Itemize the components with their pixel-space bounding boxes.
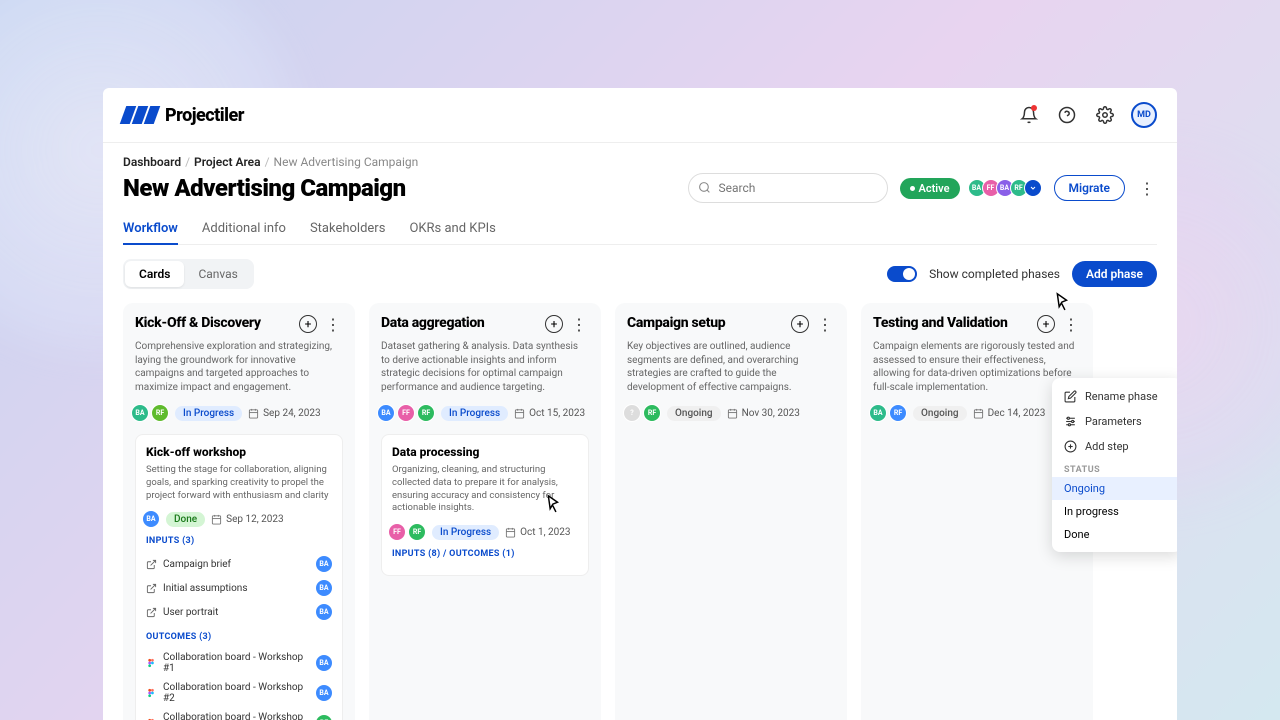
card-desc: Organizing, cleaning, and structuring co… xyxy=(392,464,578,515)
settings-icon[interactable] xyxy=(1093,103,1117,127)
page-menu-icon[interactable]: ⋮ xyxy=(1137,179,1157,198)
phase-column: Data aggregation + ⋮ Dataset gathering &… xyxy=(369,303,601,720)
add-phase-button[interactable]: Add phase xyxy=(1072,261,1157,287)
menu-rename[interactable]: Rename phase xyxy=(1052,384,1177,409)
help-icon[interactable] xyxy=(1055,103,1079,127)
phase-menu-icon[interactable]: ⋮ xyxy=(1061,315,1081,334)
topbar: Projectiler MD xyxy=(103,88,1177,143)
phase-status: Ongoing xyxy=(667,406,721,421)
phase-status: In Progress xyxy=(175,406,242,421)
phase-date: Nov 30, 2023 xyxy=(727,408,800,419)
phase-date: Oct 15, 2023 xyxy=(514,408,585,419)
add-icon[interactable]: + xyxy=(1037,315,1055,333)
toggle-label: Show completed phases xyxy=(929,267,1060,281)
phase-title: Campaign setup xyxy=(627,315,785,331)
crumb-current: New Advertising Campaign xyxy=(274,155,419,169)
phase-column: Campaign setup + ⋮ Key objectives are ou… xyxy=(615,303,847,720)
phase-title: Data aggregation xyxy=(381,315,539,331)
io-summary[interactable]: INPUTS (8) / OUTCOMES (1) xyxy=(392,549,578,559)
notifications-icon[interactable] xyxy=(1017,103,1041,127)
card-status: In Progress xyxy=(432,525,499,540)
user-avatar[interactable]: MD xyxy=(1131,102,1157,128)
add-icon[interactable]: + xyxy=(545,315,563,333)
crumb-area[interactable]: Project Area xyxy=(194,155,261,169)
add-icon[interactable]: + xyxy=(791,315,809,333)
view-canvas[interactable]: Canvas xyxy=(184,261,251,287)
logo[interactable]: Projectiler xyxy=(123,105,244,126)
input-row[interactable]: User portraitBA xyxy=(146,600,332,624)
outcome-row[interactable]: Collaboration board - Workshop #2BA xyxy=(146,678,332,708)
tabs: Workflow Additional info Stakeholders OKRs … xyxy=(123,213,1157,245)
phase-column: Kick-Off & Discovery + ⋮ Comprehensive e… xyxy=(123,303,355,720)
view-toggle: CardsCanvas xyxy=(123,259,254,289)
migrate-button[interactable]: Migrate xyxy=(1054,175,1126,201)
crumb-dashboard[interactable]: Dashboard xyxy=(123,155,181,169)
input-row[interactable]: Initial assumptionsBA xyxy=(146,576,332,600)
tab-workflow[interactable]: Workflow xyxy=(123,213,178,244)
status-pill[interactable]: Active xyxy=(900,178,960,199)
brand-name: Projectiler xyxy=(165,105,244,126)
workflow-board: Kick-Off & Discovery + ⋮ Comprehensive e… xyxy=(123,303,1157,720)
phase-card[interactable]: Data processing Organizing, cleaning, an… xyxy=(381,434,589,576)
phase-desc: Key objectives are outlined, audience se… xyxy=(627,340,835,394)
outcomes-label: OUTCOMES (3) xyxy=(146,632,332,642)
phase-desc: Dataset gathering & analysis. Data synth… xyxy=(381,340,589,394)
add-icon[interactable]: + xyxy=(299,315,317,333)
status-option[interactable]: Done xyxy=(1052,523,1177,546)
view-cards[interactable]: Cards xyxy=(125,261,184,287)
phase-status: Ongoing xyxy=(913,406,967,421)
phase-card[interactable]: Kick-off workshop Setting the stage for … xyxy=(135,434,343,720)
phase-menu-icon[interactable]: ⋮ xyxy=(569,315,589,334)
menu-add-step[interactable]: Add step xyxy=(1052,434,1177,459)
card-title: Kick-off workshop xyxy=(146,445,332,459)
outcome-row[interactable]: Collaboration board - Workshop #3RF xyxy=(146,708,332,720)
input-row[interactable]: Campaign briefBA xyxy=(146,552,332,576)
phase-desc: Comprehensive exploration and strategizi… xyxy=(135,340,343,394)
phase-menu-icon[interactable]: ⋮ xyxy=(815,315,835,334)
card-date: Sep 12, 2023 xyxy=(211,514,284,525)
status-option[interactable]: Ongoing xyxy=(1052,477,1177,500)
search-icon xyxy=(698,181,711,194)
menu-parameters[interactable]: Parameters xyxy=(1052,409,1177,434)
phase-title: Kick-Off & Discovery xyxy=(135,315,293,331)
collaborators[interactable]: BAFFBARF xyxy=(972,179,1042,197)
inputs-label: INPUTS (3) xyxy=(146,536,332,546)
breadcrumb: Dashboard/Project Area/New Advertising C… xyxy=(123,155,1157,169)
phase-context-menu: Rename phase Parameters Add step STATUS … xyxy=(1052,378,1177,552)
card-status: Done xyxy=(166,512,205,527)
search-input[interactable] xyxy=(688,173,888,203)
phase-status: In Progress xyxy=(441,406,508,421)
menu-status-label: STATUS xyxy=(1052,459,1177,477)
card-desc: Setting the stage for collaboration, ali… xyxy=(146,464,332,502)
outcome-row[interactable]: Collaboration board - Workshop #1BA xyxy=(146,648,332,678)
page-title: New Advertising Campaign xyxy=(123,174,676,202)
status-option[interactable]: In progress xyxy=(1052,500,1177,523)
tab-okrs-and-kpis[interactable]: OKRs and KPIs xyxy=(409,213,495,244)
card-date: Oct 1, 2023 xyxy=(505,527,570,538)
show-completed-toggle[interactable] xyxy=(887,266,917,282)
phase-menu-icon[interactable]: ⋮ xyxy=(323,315,343,334)
phase-desc: Campaign elements are rigorously tested … xyxy=(873,340,1081,394)
phase-date: Dec 14, 2023 xyxy=(973,408,1046,419)
card-title: Data processing xyxy=(392,445,578,459)
phase-date: Sep 24, 2023 xyxy=(248,408,321,419)
phase-title: Testing and Validation xyxy=(873,315,1031,331)
tab-stakeholders[interactable]: Stakeholders xyxy=(310,213,385,244)
tab-additional-info[interactable]: Additional info xyxy=(202,213,286,244)
